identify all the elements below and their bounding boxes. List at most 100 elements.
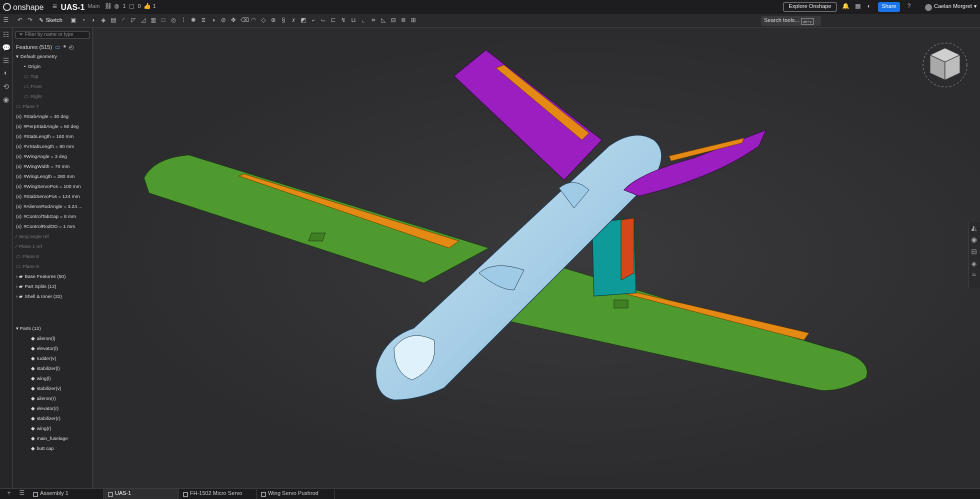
tree-toggle-icon[interactable]: ☰ — [3, 18, 9, 24]
appearance-icon[interactable]: ◐ — [2, 70, 10, 78]
surface-icon[interactable]: ◩ — [300, 18, 307, 24]
feature-row[interactable]: (x) #StabLength = 160 mm — [13, 133, 92, 143]
part-row[interactable]: ◆ wing(r) — [13, 425, 92, 435]
shell-icon[interactable]: □ — [160, 18, 166, 24]
feature-row[interactable]: ▾ Default geometry — [13, 53, 92, 63]
document-tab[interactable]: Assembly 1 — [29, 489, 104, 499]
user-menu[interactable]: Caelan Morgret ▾ — [925, 2, 977, 12]
workspace-count[interactable]: 0 — [138, 4, 141, 10]
part-row[interactable]: ◆ aileron(l) — [13, 335, 92, 345]
share-button[interactable]: Share — [878, 2, 900, 12]
feature-row[interactable]: (x) #ControlTabGap = 8 mm — [13, 213, 92, 223]
hamburger-menu-icon[interactable]: ≡ — [52, 3, 58, 11]
cut-list-icon[interactable]: ≣ — [400, 18, 406, 24]
part-row[interactable]: ◆ butt cap — [13, 445, 92, 455]
document-icon[interactable]: ▢ — [129, 4, 135, 10]
variables-icon[interactable]: ≈ — [970, 272, 978, 280]
part-row[interactable]: ◆ stabilizer(v) — [13, 385, 92, 395]
part-row[interactable]: ◆ aileron(r) — [13, 395, 92, 405]
feature-row[interactable]: • Origin — [13, 63, 92, 73]
app-store-icon[interactable]: ▦ — [855, 4, 861, 10]
feature-row[interactable]: (x) #WingServoPos = 100 mm — [13, 183, 92, 193]
search-tools-input[interactable]: Search tools... alt+c — [761, 16, 821, 26]
sheet-metal-icon[interactable]: ⌐ — [310, 18, 316, 24]
part-row[interactable]: ◆ elevator(r) — [13, 405, 92, 415]
learning-icon[interactable]: ◐ — [866, 4, 872, 10]
tab-icon[interactable]: ⊏ — [330, 18, 336, 24]
feature-row[interactable]: (x) #WingAngle = 3 deg — [13, 153, 92, 163]
document-tab[interactable]: FH-1502 Micro Servo — [179, 489, 257, 499]
extrude-icon[interactable]: ▣ — [70, 18, 77, 24]
corner-icon[interactable]: ⌞ — [360, 18, 366, 24]
feature-row[interactable]: › ▰ Base Features (50) — [13, 273, 92, 283]
boolean-icon[interactable]: ◑ — [210, 18, 216, 24]
sketch-button[interactable]: ✎ Sketch — [39, 18, 62, 24]
part-row[interactable]: ◆ stabilizer(r) — [13, 415, 92, 425]
feature-row[interactable]: (x) #WingLength = 280 mm — [13, 173, 92, 183]
feature-row[interactable]: (x) #ControlRodOD = 1 mm — [13, 223, 92, 233]
loft-icon[interactable]: ◈ — [100, 18, 106, 24]
feature-row[interactable]: (x) #StabAngle = 30 deg — [13, 113, 92, 123]
feature-row[interactable]: › ▰ Shell & Inner (32) — [13, 293, 92, 303]
feature-row[interactable]: ▭ Top — [13, 73, 92, 83]
onshape-logo[interactable]: onshape — [3, 3, 44, 12]
part-row[interactable]: ◆ main_fuselage — [13, 435, 92, 445]
mate-connector-icon[interactable]: ⊕ — [270, 18, 276, 24]
mirror-icon[interactable]: ⧖ — [200, 18, 206, 24]
feature-row[interactable]: ▭ Plane 7 — [13, 103, 92, 113]
likes-count[interactable]: 1 — [153, 4, 156, 10]
part-row[interactable]: ◆ elevator(l) — [13, 345, 92, 355]
versions-count[interactable]: 1 — [123, 4, 126, 10]
bom-icon[interactable]: ◉ — [970, 236, 978, 244]
folder-icon[interactable]: ▭ — [55, 45, 60, 51]
help-icon[interactable]: ? — [906, 4, 912, 10]
document-title[interactable]: UAS-1 — [61, 3, 85, 12]
rib-icon[interactable]: ▥ — [150, 18, 157, 24]
document-tab[interactable]: Wing Servo Pushrod — [257, 489, 335, 499]
end-cap-icon[interactable]: ⊟ — [390, 18, 396, 24]
notifications-icon[interactable]: 🔔 — [842, 4, 849, 10]
revolve-icon[interactable]: ◔ — [80, 18, 86, 24]
like-icon[interactable]: 👍 — [144, 4, 151, 10]
circular-pattern-icon[interactable]: ✺ — [190, 18, 196, 24]
gusset-icon[interactable]: ◺ — [380, 18, 386, 24]
bend-icon[interactable]: ↯ — [340, 18, 346, 24]
transform-icon[interactable]: ✥ — [230, 18, 236, 24]
helix-icon[interactable]: § — [280, 18, 286, 24]
configuration-icon[interactable]: ⊟ — [970, 248, 978, 256]
feature-row[interactable]: ▭ Plane 9 — [13, 263, 92, 273]
appearance-panel-icon[interactable]: ◭ — [970, 224, 978, 232]
feature-row[interactable]: (x) #PerpStabAngle = 60 deg — [13, 123, 92, 133]
feature-row[interactable]: ▭ Plane 8 — [13, 253, 92, 263]
history-icon[interactable]: ⟲ — [2, 83, 10, 91]
feature-row[interactable]: ∕ wing angle ref — [13, 233, 92, 243]
feature-row[interactable]: ∕ Plane 1 ref — [13, 243, 92, 253]
view-cube[interactable] — [920, 40, 970, 90]
part-row[interactable]: ◆ wing(l) — [13, 375, 92, 385]
left-wing[interactable] — [143, 154, 490, 284]
sweep-icon[interactable]: ◗ — [90, 18, 96, 24]
mass-properties-icon[interactable]: ◈ — [970, 260, 978, 268]
delete-part-icon[interactable]: ⌫ — [240, 18, 248, 24]
variable-icon[interactable]: 𝑥 — [290, 18, 296, 24]
thicken-icon[interactable]: ▤ — [110, 18, 117, 24]
globe-icon[interactable]: ◍ — [114, 4, 120, 10]
chamfer-icon[interactable]: ◸ — [130, 18, 136, 24]
feature-row[interactable]: (x) #StabServoPos = 124 mm — [13, 193, 92, 203]
plane-icon[interactable]: ◇ — [260, 18, 266, 24]
modify-fillet-icon[interactable]: ◠ — [250, 18, 256, 24]
feature-row[interactable]: ▭ Front — [13, 83, 92, 93]
draft-icon[interactable]: ◿ — [140, 18, 146, 24]
rollback-icon[interactable]: ◴ — [69, 45, 74, 51]
branch-name[interactable]: Main — [88, 4, 100, 10]
feature-row[interactable]: (x) #VStabLength = 80 mm — [13, 143, 92, 153]
pause-icon[interactable]: ⏸ — [63, 44, 66, 51]
flange-icon[interactable]: ⌙ — [320, 18, 326, 24]
linear-pattern-icon[interactable]: ⁞ — [180, 18, 186, 24]
feature-filter-input[interactable]: ⏷ Filter by name or type — [15, 31, 90, 39]
tab-list-icon[interactable]: ☰ — [18, 491, 26, 497]
comments-icon[interactable]: 💬 — [2, 44, 11, 52]
left-stabilizer[interactable] — [453, 49, 603, 181]
feature-row[interactable]: (x) #AileronRodAngle = 3.24 ... — [13, 203, 92, 213]
right-wing[interactable] — [493, 267, 868, 391]
